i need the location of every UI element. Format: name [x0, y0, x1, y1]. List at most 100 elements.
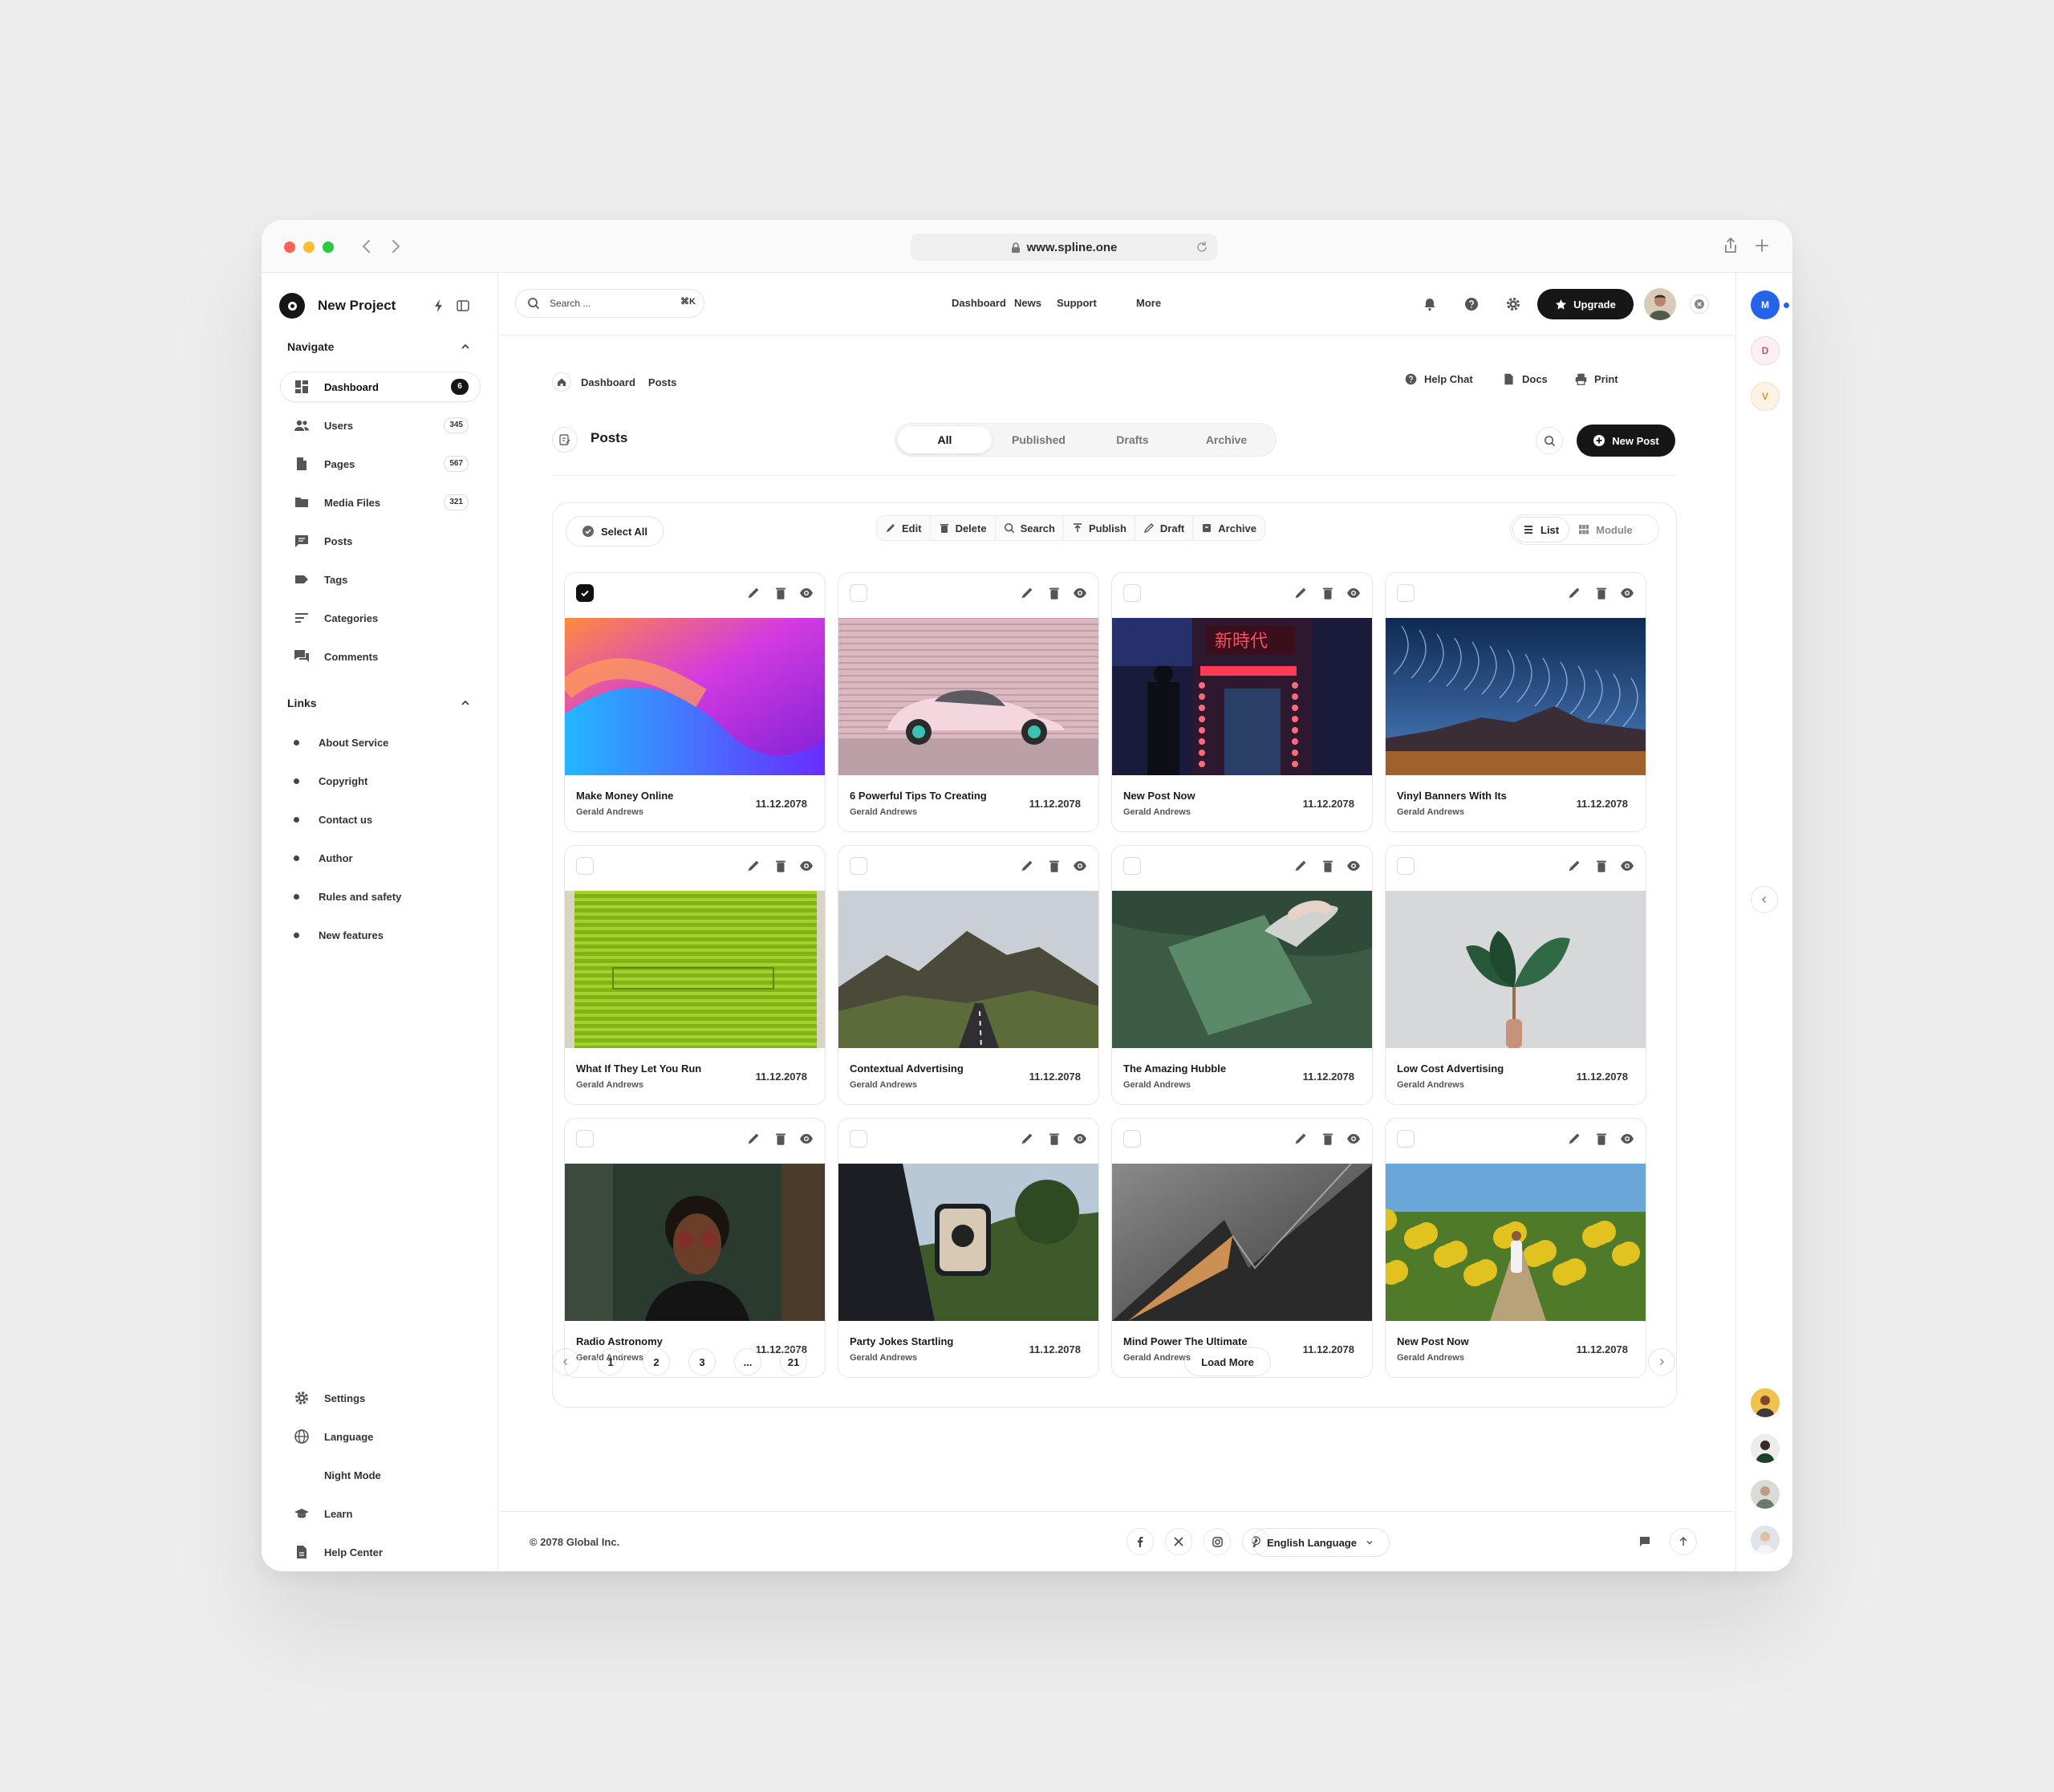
eye-icon[interactable]: [1073, 586, 1087, 600]
minimize-window-button[interactable]: [303, 242, 315, 253]
trash-icon[interactable]: [773, 1132, 788, 1146]
eye-icon[interactable]: [1620, 859, 1634, 873]
tab-drafts[interactable]: Drafts: [1086, 426, 1179, 453]
project-switcher[interactable]: New Project: [279, 292, 396, 319]
link-rules-and-safety[interactable]: Rules and safety: [294, 891, 401, 903]
eye-icon[interactable]: [799, 1132, 814, 1146]
pencil-icon[interactable]: [1293, 859, 1308, 873]
topnav-news[interactable]: News: [1014, 297, 1041, 309]
sidebar-toggle-icon[interactable]: [456, 299, 470, 313]
docs-link[interactable]: Docs: [1502, 372, 1548, 386]
pencil-icon[interactable]: [1567, 586, 1581, 600]
forward-arrow-icon[interactable]: [385, 236, 406, 257]
trash-icon[interactable]: [1594, 586, 1609, 600]
select-checkbox[interactable]: [576, 1130, 594, 1148]
eye-icon[interactable]: [1620, 586, 1634, 600]
pencil-icon[interactable]: [1567, 1132, 1581, 1146]
help-chat-link[interactable]: Help Chat: [1404, 372, 1473, 386]
sidebar-item-learn[interactable]: Learn: [281, 1499, 480, 1528]
sidebar-item-posts[interactable]: Posts: [281, 526, 480, 555]
post-thumbnail[interactable]: [1112, 1164, 1372, 1321]
instagram-icon[interactable]: [1204, 1528, 1231, 1555]
arrow-up-icon[interactable]: [1670, 1528, 1697, 1555]
link-copyright[interactable]: Copyright: [294, 775, 367, 787]
maximize-window-button[interactable]: [323, 242, 334, 253]
tab-published[interactable]: Published: [992, 426, 1086, 453]
select-checkbox[interactable]: [850, 1130, 867, 1148]
contact-avatar[interactable]: [1751, 1388, 1780, 1417]
sidebar-item-language[interactable]: Language: [281, 1422, 480, 1451]
post-card[interactable]: Vinyl Banners With Its Gerald Andrews 11.1…: [1385, 572, 1646, 832]
eye-icon[interactable]: [1346, 586, 1361, 600]
close-window-button[interactable]: [284, 242, 295, 253]
close-icon[interactable]: [1690, 295, 1709, 314]
sidebar-item-pages[interactable]: Pages 567: [281, 449, 480, 478]
breadcrumb-posts[interactable]: Posts: [648, 376, 676, 388]
archive-button[interactable]: Archive: [1193, 516, 1264, 540]
user-avatar[interactable]: [1644, 288, 1676, 320]
pencil-icon[interactable]: [746, 1132, 761, 1146]
address-bar[interactable]: www.spline.one: [911, 234, 1217, 261]
pencil-icon[interactable]: [746, 586, 761, 600]
trash-icon[interactable]: [1047, 586, 1062, 600]
navigate-section-header[interactable]: Navigate: [287, 340, 488, 353]
home-icon[interactable]: [552, 372, 571, 392]
eye-icon[interactable]: [799, 859, 814, 873]
select-checkbox[interactable]: [576, 584, 594, 602]
select-checkbox[interactable]: [1397, 1130, 1415, 1148]
select-checkbox[interactable]: [1123, 857, 1141, 875]
sidebar-item-dashboard[interactable]: Dashboard 6: [281, 372, 480, 401]
share-icon[interactable]: [1721, 236, 1740, 255]
eye-icon[interactable]: [1073, 1132, 1087, 1146]
select-all-button[interactable]: Select All: [566, 516, 664, 547]
post-card[interactable]: Radio Astronomy Gerald Andrews 11.12.2078: [564, 1118, 826, 1378]
print-link[interactable]: Print: [1574, 372, 1618, 386]
draft-button[interactable]: Draft: [1135, 516, 1194, 540]
post-thumbnail[interactable]: 新時代: [1112, 618, 1372, 775]
post-thumbnail[interactable]: [838, 891, 1098, 1048]
language-select[interactable]: English Language: [1252, 1528, 1390, 1557]
eye-icon[interactable]: [1346, 1132, 1361, 1146]
post-card[interactable]: Low Cost Advertising Gerald Andrews 11.12.…: [1385, 845, 1646, 1105]
list-view-button[interactable]: List: [1513, 518, 1569, 542]
post-card[interactable]: Party Jokes Startling Gerald Andrews 11.12…: [838, 1118, 1099, 1378]
post-card[interactable]: Make Money Online Gerald Andrews 11.12.207…: [564, 572, 826, 832]
trash-icon[interactable]: [1594, 859, 1609, 873]
pencil-icon[interactable]: [746, 859, 761, 873]
prev-page-button[interactable]: [552, 1348, 579, 1375]
help-icon[interactable]: [1463, 296, 1480, 312]
link-author[interactable]: Author: [294, 852, 353, 864]
trash-icon[interactable]: [1321, 1132, 1335, 1146]
pencil-icon[interactable]: [1293, 1132, 1308, 1146]
select-checkbox[interactable]: [576, 857, 594, 875]
select-checkbox[interactable]: [1397, 857, 1415, 875]
chevron-left-icon[interactable]: [1751, 886, 1778, 913]
trash-icon[interactable]: [1321, 859, 1335, 873]
sidebar-item-tags[interactable]: Tags: [281, 565, 480, 594]
upgrade-button[interactable]: Upgrade: [1537, 289, 1634, 319]
sidebar-item-settings[interactable]: Settings: [281, 1384, 480, 1412]
pencil-icon[interactable]: [1020, 859, 1034, 873]
chat-icon[interactable]: [1631, 1528, 1658, 1555]
select-checkbox[interactable]: [1397, 584, 1415, 602]
trash-icon[interactable]: [1047, 859, 1062, 873]
lightning-icon[interactable]: [432, 299, 446, 313]
post-card[interactable]: Mind Power The Ultimate Gerald Andrews 11.…: [1111, 1118, 1373, 1378]
links-section-header[interactable]: Links: [287, 697, 488, 709]
workspace-avatar-d[interactable]: D: [1751, 336, 1780, 365]
gear-icon[interactable]: [1505, 296, 1521, 312]
breadcrumb-dashboard[interactable]: Dashboard: [581, 376, 635, 388]
post-card[interactable]: 6 Powerful Tips To Creating Gerald Andrew…: [838, 572, 1099, 832]
link-about-service[interactable]: About Service: [294, 737, 388, 749]
page-button-3[interactable]: 3: [688, 1348, 716, 1375]
select-checkbox[interactable]: [850, 857, 867, 875]
topnav-more[interactable]: More: [1136, 297, 1161, 309]
eye-icon[interactable]: [799, 586, 814, 600]
post-thumbnail[interactable]: [1386, 891, 1646, 1048]
load-more-button[interactable]: Load More: [1184, 1347, 1271, 1376]
page-ellipsis[interactable]: ...: [734, 1348, 761, 1375]
search-icon[interactable]: [1536, 427, 1563, 454]
edit-button[interactable]: Edit: [877, 516, 931, 540]
delete-button[interactable]: Delete: [931, 516, 996, 540]
page-button-21[interactable]: 21: [780, 1348, 807, 1375]
